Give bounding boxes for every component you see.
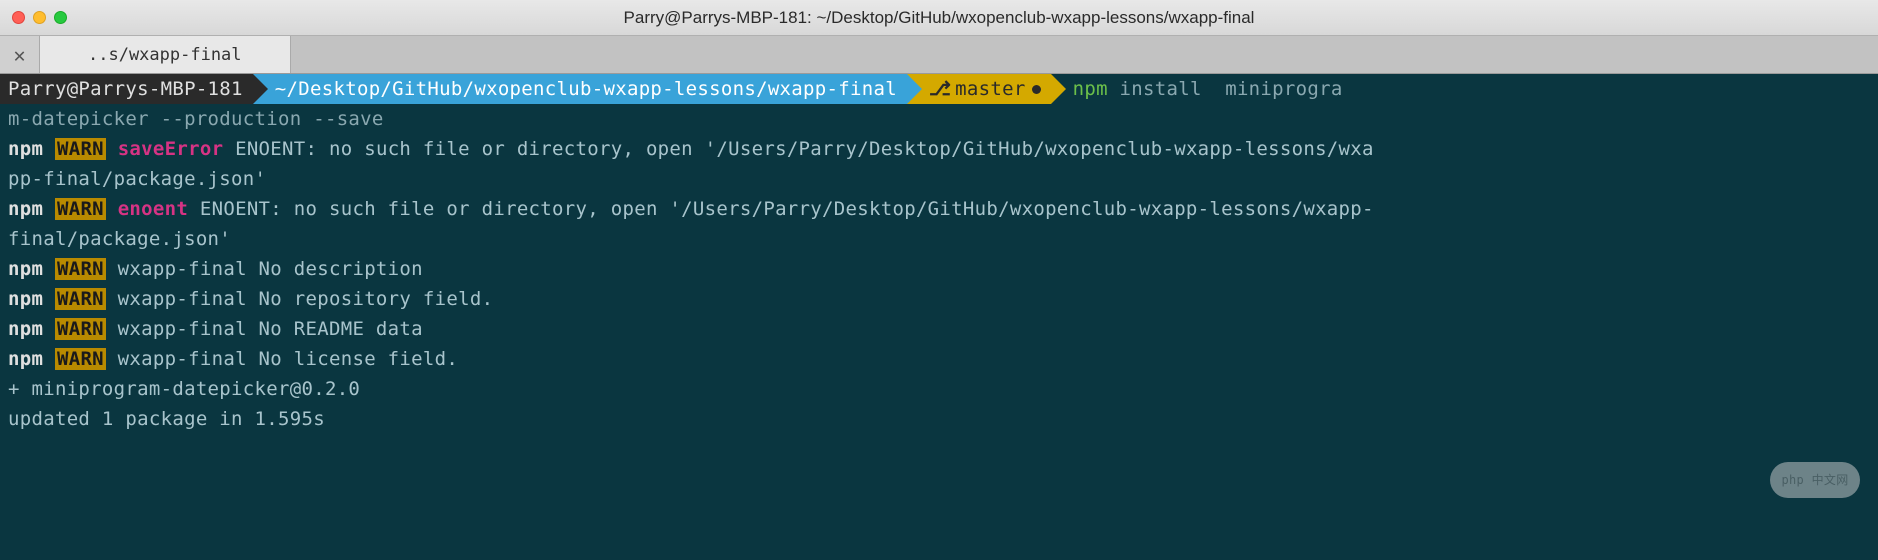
terminal-output[interactable]: Parry@Parrys-MBP-181 ~/Desktop/GitHub/wx… [0,74,1878,560]
window-title: Parry@Parrys-MBP-181: ~/Desktop/GitHub/w… [624,8,1255,28]
close-window-button[interactable] [12,11,25,24]
maximize-window-button[interactable] [54,11,67,24]
tab-label: ..s/wxapp-final [88,45,242,65]
output-line: npm WARN wxapp-final No license field. [0,344,1878,374]
minimize-window-button[interactable] [33,11,46,24]
prompt-line: Parry@Parrys-MBP-181 ~/Desktop/GitHub/wx… [0,74,1878,104]
output-line: final/package.json' [0,224,1878,254]
close-tab-button[interactable]: ✕ [0,36,40,73]
output-line: npm WARN wxapp-final No description [0,254,1878,284]
window-titlebar: Parry@Parrys-MBP-181: ~/Desktop/GitHub/w… [0,0,1878,36]
branch-dirty-dot-icon [1032,85,1041,94]
tab-active[interactable]: ..s/wxapp-final [40,36,291,73]
prompt-branch-segment: ⎇master [907,74,1051,104]
tab-bar: ✕ ..s/wxapp-final [0,36,1878,74]
git-branch-icon: ⎇ [929,74,951,104]
command-text: npm install miniprogra [1051,74,1343,104]
output-line: npm WARN enoent ENOENT: no such file or … [0,194,1878,224]
watermark-badge: php 中文网 [1770,462,1860,498]
command-text-wrap: m-datepicker --production --save [0,104,1878,134]
watermark: php 中文网 [1770,462,1860,498]
prompt-path-segment: ~/Desktop/GitHub/wxopenclub-wxapp-lesson… [253,74,907,104]
traffic-lights [12,11,67,24]
output-line: npm WARN saveError ENOENT: no such file … [0,134,1878,164]
output-line: npm WARN wxapp-final No README data [0,314,1878,344]
output-line: pp-final/package.json' [0,164,1878,194]
output-result-line: updated 1 package in 1.595s [0,404,1878,434]
output-result-line: + miniprogram-datepicker@0.2.0 [0,374,1878,404]
prompt-user-segment: Parry@Parrys-MBP-181 [0,74,253,104]
output-line: npm WARN wxapp-final No repository field… [0,284,1878,314]
